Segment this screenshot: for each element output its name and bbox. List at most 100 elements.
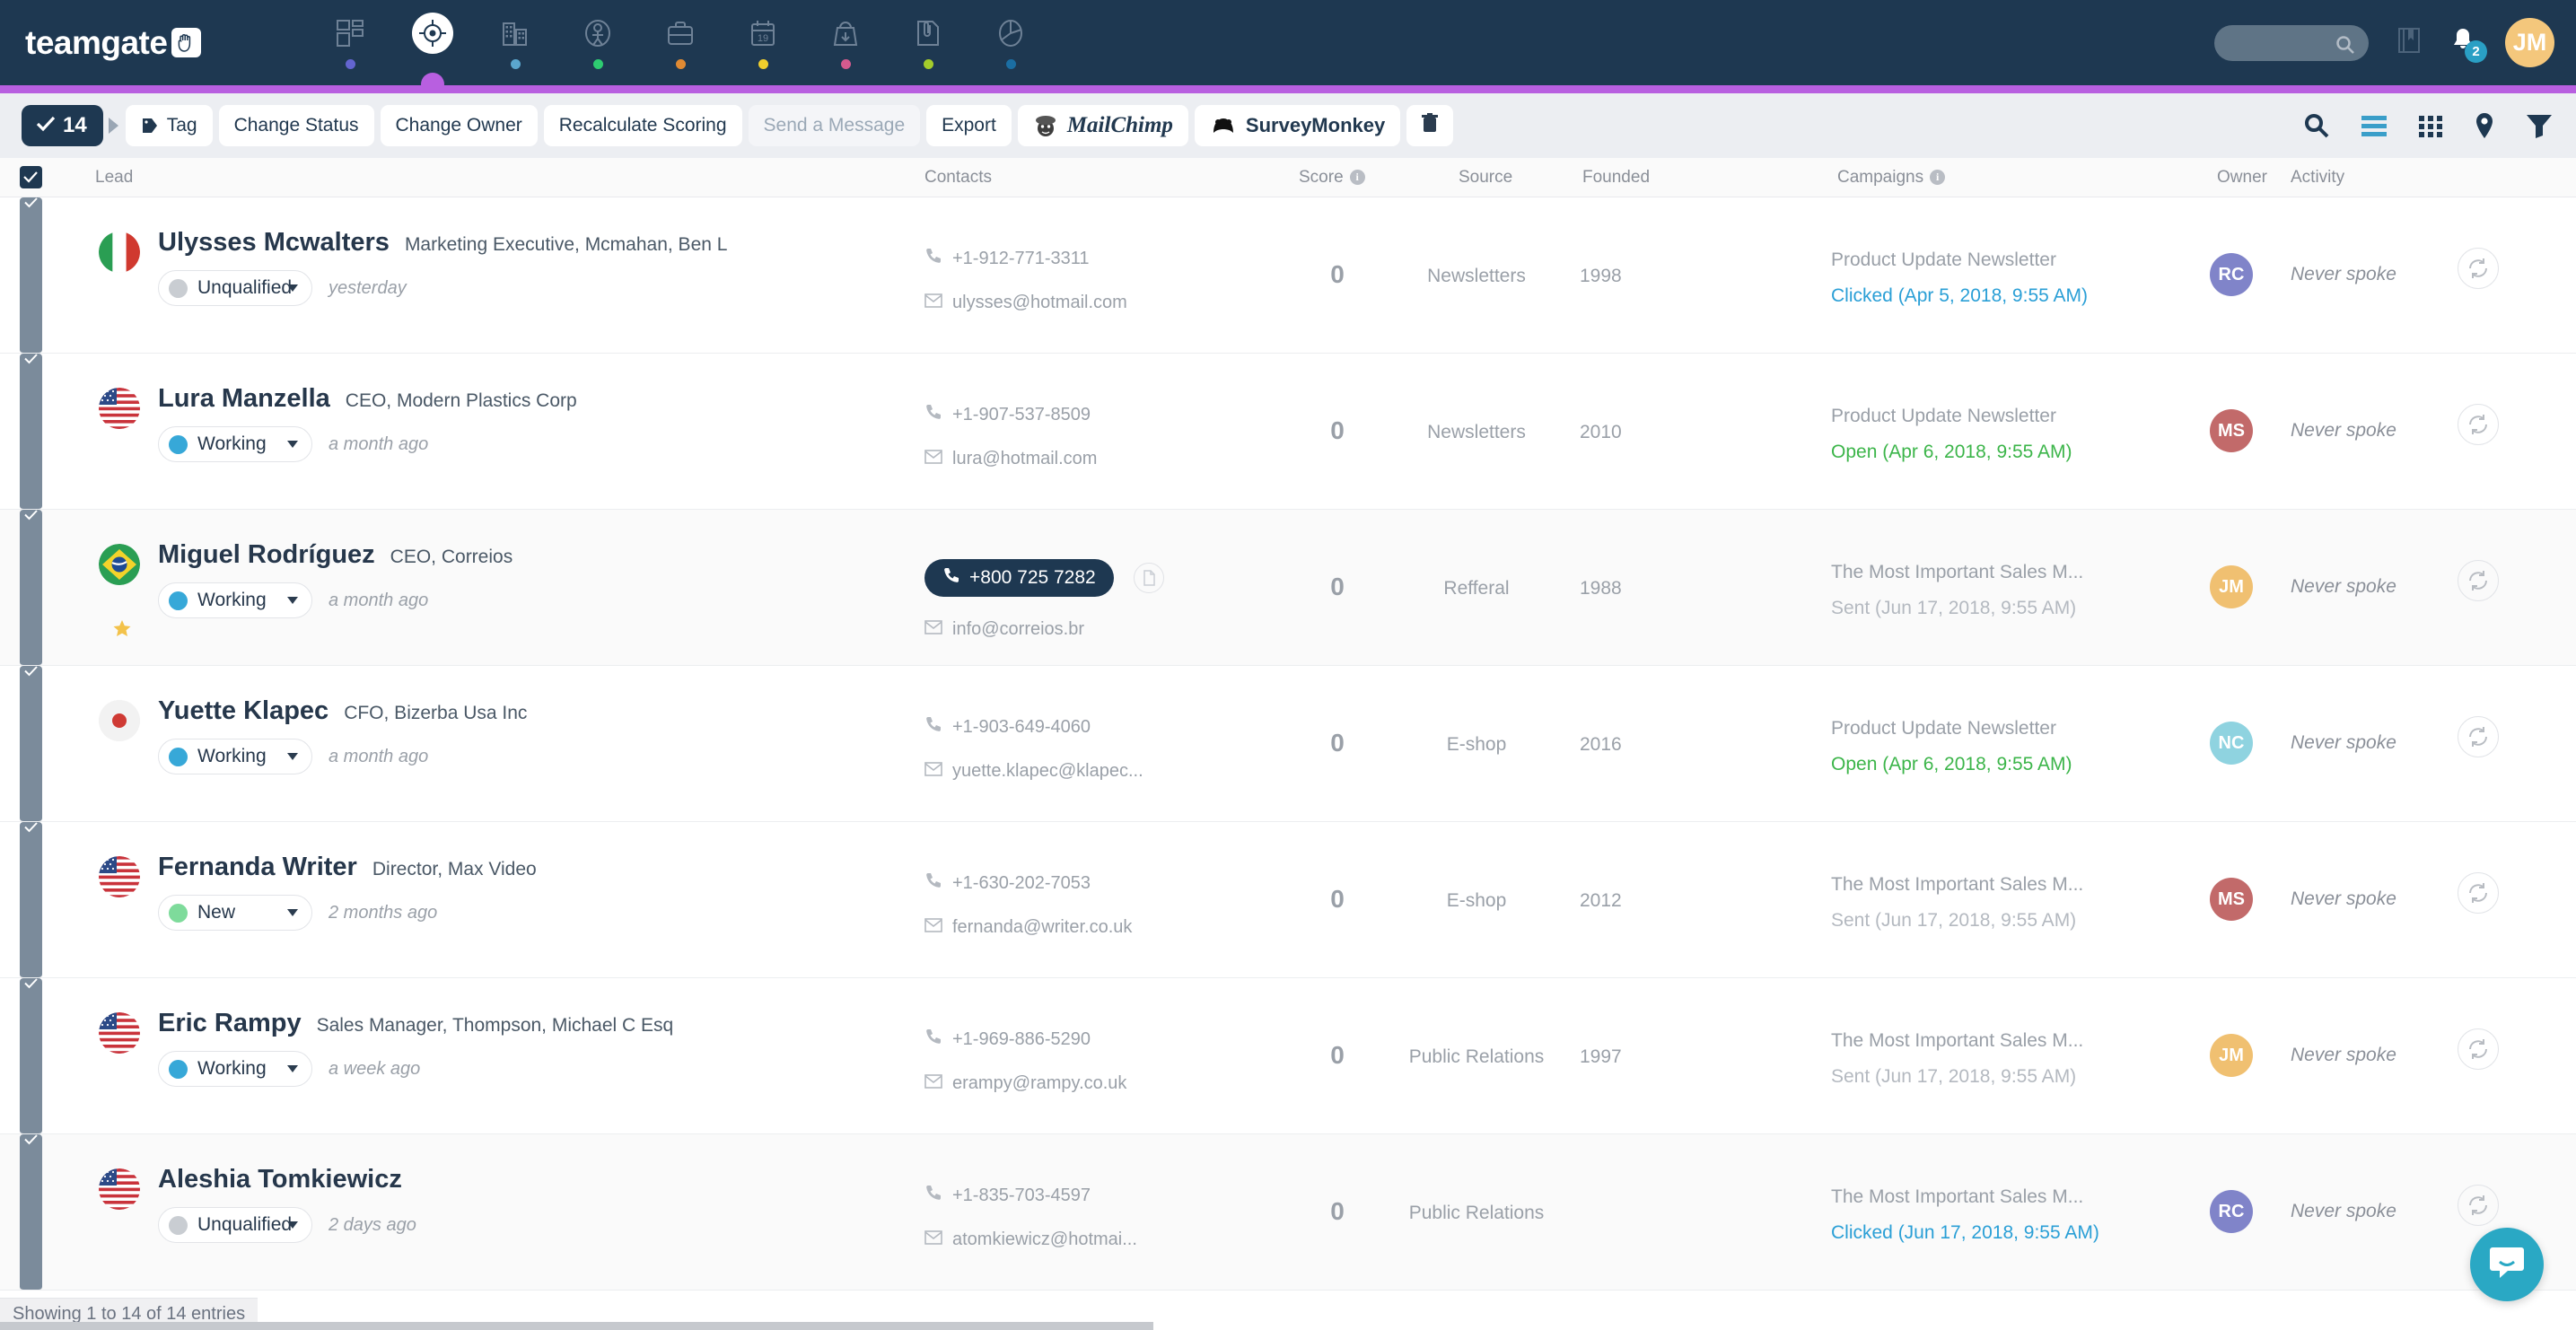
lead-phone-row[interactable]: +1-630-202-7053 xyxy=(924,871,1284,895)
row-checkbox[interactable] xyxy=(20,197,42,354)
lead-status-dropdown[interactable]: Working xyxy=(158,426,312,462)
export-button[interactable]: Export xyxy=(926,105,1012,146)
user-avatar[interactable]: JM xyxy=(2505,18,2554,67)
delete-button[interactable] xyxy=(1406,105,1453,146)
lead-name[interactable]: Ulysses Mcwalters xyxy=(158,228,390,258)
row-checkbox[interactable] xyxy=(20,510,42,666)
campaign-status[interactable]: Open (Apr 6, 2018, 9:55 AM) xyxy=(1831,754,2072,775)
chat-bubble-button[interactable] xyxy=(2470,1228,2544,1301)
row-checkbox[interactable] xyxy=(20,354,42,510)
selected-count-badge[interactable]: 14 xyxy=(22,105,103,146)
nav-item-leads[interactable] xyxy=(391,0,474,85)
lead-name[interactable]: Aleshia Tomkiewicz xyxy=(158,1165,402,1194)
lead-phone-row[interactable]: +1-835-703-4597 xyxy=(924,1184,1284,1207)
sync-lead-button[interactable] xyxy=(2458,560,2499,601)
campaign-status[interactable]: Clicked (Apr 5, 2018, 9:55 AM) xyxy=(1831,285,2088,307)
column-header-owner[interactable]: Owner xyxy=(2217,168,2267,188)
nav-item-deals[interactable] xyxy=(639,0,722,85)
lead-status-dropdown[interactable]: New xyxy=(158,895,312,931)
owner-avatar[interactable]: RC xyxy=(2210,253,2253,296)
lead-email-row[interactable]: erampy@rampy.co.uk xyxy=(924,1073,1284,1094)
owner-avatar[interactable]: NC xyxy=(2210,722,2253,765)
table-row[interactable]: Eric Rampy Sales Manager, Thompson, Mich… xyxy=(0,978,2576,1134)
column-header-campaigns[interactable]: Campaigns i xyxy=(1837,168,1945,188)
row-checkbox[interactable] xyxy=(20,1134,42,1291)
nav-item-companies[interactable] xyxy=(474,0,556,85)
table-row[interactable]: Yuette Klapec CFO, Bizerba Usa Inc Worki… xyxy=(0,666,2576,822)
nav-item-insights[interactable] xyxy=(969,0,1052,85)
table-row[interactable]: Fernanda Writer Director, Max Video New … xyxy=(0,822,2576,978)
nav-item-calendar[interactable]: 19 xyxy=(722,0,804,85)
lead-name[interactable]: Fernanda Writer xyxy=(158,853,357,882)
lead-status-dropdown[interactable]: Working xyxy=(158,1051,312,1087)
table-row[interactable]: Ulysses Mcwalters Marketing Executive, M… xyxy=(0,197,2576,354)
starred-icon[interactable] xyxy=(112,619,132,643)
sync-lead-button[interactable] xyxy=(2458,248,2499,289)
column-header-score[interactable]: Score i xyxy=(1299,168,1365,188)
search-icon[interactable] xyxy=(2303,112,2330,139)
lead-phone-row[interactable]: +1-903-649-4060 xyxy=(924,715,1284,739)
row-checkbox[interactable] xyxy=(20,666,42,822)
nav-item-dashboard[interactable] xyxy=(309,0,391,85)
select-all-checkbox[interactable] xyxy=(20,166,42,188)
owner-avatar[interactable]: RC xyxy=(2210,1190,2253,1233)
owner-avatar[interactable]: JM xyxy=(2210,565,2253,608)
sync-lead-button[interactable] xyxy=(2458,1028,2499,1070)
lead-phone-row[interactable]: +1-969-886-5290 xyxy=(924,1028,1284,1051)
lead-email-row[interactable]: lura@hotmail.com xyxy=(924,449,1284,469)
column-header-contacts[interactable]: Contacts xyxy=(924,168,992,188)
lead-phone-row[interactable]: +1-912-771-3311 xyxy=(924,247,1284,270)
change-status-button[interactable]: Change Status xyxy=(219,105,374,146)
lead-email-row[interactable]: yuette.klapec@klapec... xyxy=(924,761,1284,782)
filter-icon[interactable] xyxy=(2526,113,2553,138)
table-row[interactable]: Miguel Rodríguez CEO, Correios Working a… xyxy=(0,510,2576,666)
grid-view-icon[interactable] xyxy=(2418,114,2443,137)
owner-avatar[interactable]: MS xyxy=(2210,409,2253,452)
owner-avatar[interactable]: MS xyxy=(2210,878,2253,921)
lead-email-row[interactable]: atomkiewicz@hotmai... xyxy=(924,1229,1284,1250)
info-icon[interactable]: i xyxy=(1350,170,1365,185)
horizontal-scrollbar[interactable] xyxy=(0,1322,1153,1330)
notifications-bell[interactable]: 2 xyxy=(2449,26,2476,59)
campaign-status[interactable]: Sent (Jun 17, 2018, 9:55 AM) xyxy=(1831,910,2083,932)
map-view-icon[interactable] xyxy=(2474,112,2495,139)
lead-name[interactable]: Yuette Klapec xyxy=(158,696,329,726)
sync-lead-button[interactable] xyxy=(2458,716,2499,757)
tag-button[interactable]: Tag xyxy=(126,105,213,146)
column-header-activity[interactable]: Activity xyxy=(2291,168,2344,188)
lead-status-dropdown[interactable]: Working xyxy=(158,582,312,618)
bookmark-book-icon[interactable] xyxy=(2397,27,2421,58)
sync-lead-button[interactable] xyxy=(2458,1185,2499,1226)
table-row[interactable]: Aleshia Tomkiewicz Unqualified 2 days ag… xyxy=(0,1134,2576,1291)
info-icon[interactable]: i xyxy=(1930,170,1945,185)
lead-email-row[interactable]: ulysses@hotmail.com xyxy=(924,293,1284,313)
call-lead-button[interactable]: +800 725 7282 xyxy=(924,559,1114,597)
lead-email-row[interactable]: fernanda@writer.co.uk xyxy=(924,917,1284,938)
list-view-icon[interactable] xyxy=(2361,114,2388,137)
lead-email-row[interactable]: info@correios.br xyxy=(924,619,1284,640)
column-header-founded[interactable]: Founded xyxy=(1582,168,1650,188)
brand-logo[interactable]: teamgate xyxy=(25,0,201,85)
surveymonkey-button[interactable]: SurveyMonkey xyxy=(1195,105,1400,146)
campaign-status[interactable]: Sent (Jun 17, 2018, 9:55 AM) xyxy=(1831,1066,2083,1088)
sync-lead-button[interactable] xyxy=(2458,872,2499,914)
row-checkbox[interactable] xyxy=(20,822,42,978)
copy-phone-button[interactable] xyxy=(1134,563,1164,593)
campaign-status[interactable]: Sent (Jun 17, 2018, 9:55 AM) xyxy=(1831,598,2083,619)
owner-avatar[interactable]: JM xyxy=(2210,1034,2253,1077)
lead-name[interactable]: Miguel Rodríguez xyxy=(158,540,375,570)
nav-item-people[interactable] xyxy=(556,0,639,85)
lead-status-dropdown[interactable]: Unqualified xyxy=(158,1207,312,1243)
mailchimp-button[interactable]: MailChimp xyxy=(1018,105,1188,146)
lead-phone-row[interactable]: +1-907-537-8509 xyxy=(924,403,1284,426)
column-header-lead[interactable]: Lead xyxy=(95,168,133,188)
caret-right-icon[interactable] xyxy=(109,118,118,134)
recalculate-scoring-button[interactable]: Recalculate Scoring xyxy=(544,105,742,146)
campaign-status[interactable]: Open (Apr 6, 2018, 9:55 AM) xyxy=(1831,442,2072,463)
column-header-source[interactable]: Source xyxy=(1459,168,1512,188)
lead-name[interactable]: Lura Manzella xyxy=(158,384,330,414)
lead-status-dropdown[interactable]: Working xyxy=(158,739,312,774)
lead-name[interactable]: Eric Rampy xyxy=(158,1009,302,1038)
global-search-input[interactable] xyxy=(2214,25,2369,61)
nav-item-documents[interactable] xyxy=(887,0,969,85)
